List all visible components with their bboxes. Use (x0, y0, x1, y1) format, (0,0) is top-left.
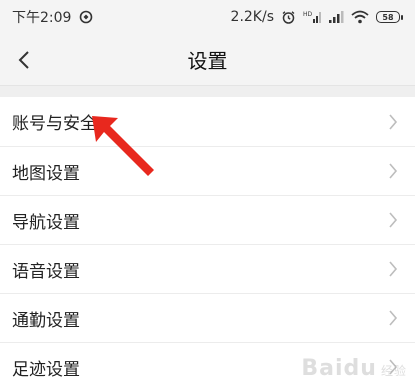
nav-bar: 设置 (0, 34, 415, 86)
settings-item-footprint[interactable]: 足迹设置 (0, 342, 415, 391)
status-right: 2.2K/s HD 58 (224, 9, 403, 25)
settings-item-navigation[interactable]: 导航设置 (0, 195, 415, 244)
status-time: 下午2:09 (12, 10, 72, 26)
settings-list: 账号与安全 地图设置 导航设置 语音设置 通勤设置 足迹设置 (0, 97, 415, 391)
chevron-right-icon (387, 212, 399, 228)
settings-item-account-security[interactable]: 账号与安全 (0, 97, 415, 146)
settings-item-label: 账号与安全 (12, 114, 97, 134)
settings-item-label: 导航设置 (12, 212, 80, 233)
chevron-right-icon (387, 163, 399, 179)
network-speed: 2.2K/s (230, 9, 274, 25)
page-title: 设置 (187, 49, 228, 73)
wifi-icon (351, 10, 369, 24)
chevron-right-icon (387, 359, 399, 375)
chevron-right-icon (387, 261, 399, 277)
battery-icon: 58 (376, 11, 403, 23)
alarm-icon (281, 10, 296, 25)
status-bar: 下午2:09 2.2K/s HD 58 (0, 0, 415, 34)
settings-item-label: 通勤设置 (12, 310, 80, 331)
hd-signal-icon: HD (303, 10, 321, 24)
back-button[interactable] (4, 40, 44, 80)
app-notification-icon (79, 10, 93, 24)
settings-item-label: 语音设置 (12, 261, 80, 282)
settings-item-label: 地图设置 (12, 163, 80, 184)
settings-item-label: 足迹设置 (12, 359, 80, 380)
cell-signal-icon (328, 10, 344, 24)
svg-text:HD: HD (303, 11, 313, 18)
battery-level: 58 (376, 11, 400, 23)
settings-item-voice[interactable]: 语音设置 (0, 244, 415, 293)
settings-item-map[interactable]: 地图设置 (0, 146, 415, 195)
battery-tip (401, 14, 403, 20)
chevron-left-icon (18, 51, 29, 69)
status-left: 下午2:09 (12, 7, 101, 27)
chevron-right-icon (387, 310, 399, 326)
chevron-right-icon (387, 113, 399, 130)
settings-item-commute[interactable]: 通勤设置 (0, 293, 415, 342)
